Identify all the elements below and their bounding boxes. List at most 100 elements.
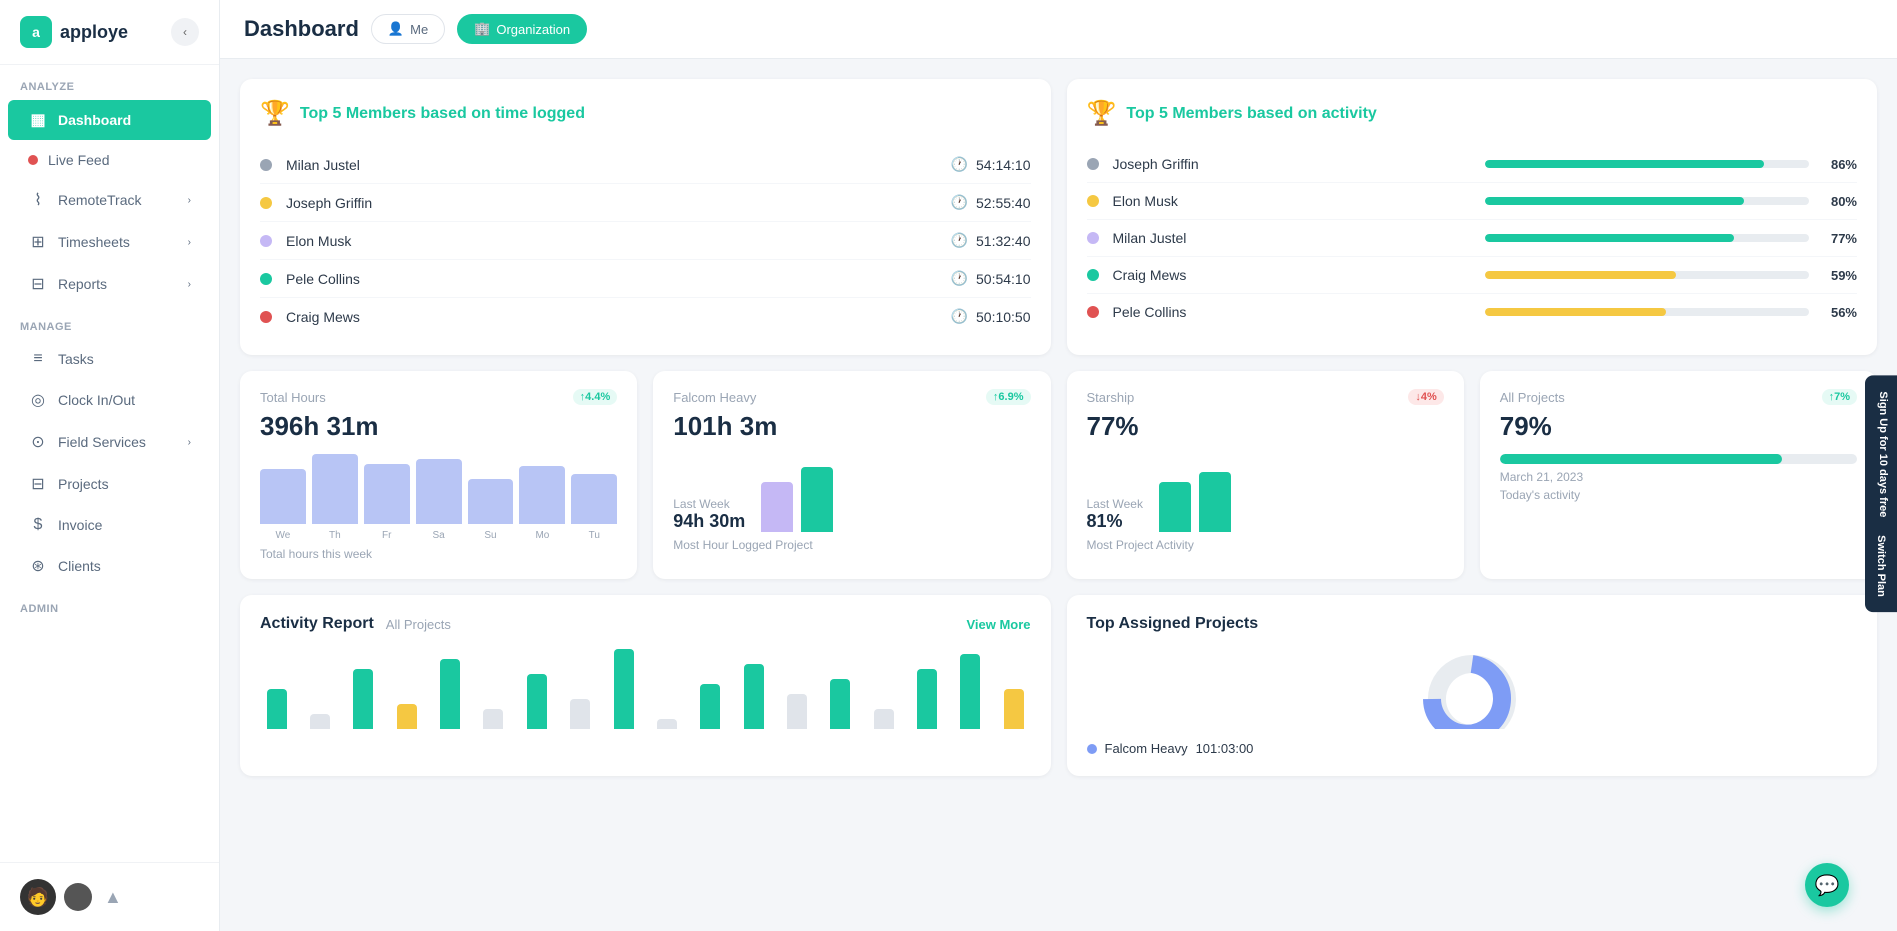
sidebar-item-label: RemoteTrack (58, 192, 142, 208)
activity-report-sub: All Projects (386, 617, 451, 632)
list-item: Joseph Griffin 🕐 52:55:40 (260, 184, 1031, 222)
activity-bar-fill (1485, 160, 1764, 168)
act-bar-group (564, 699, 597, 729)
sidebar-item-livefeed[interactable]: Live Feed (8, 142, 211, 178)
act-bar-group (390, 704, 423, 729)
all-projects-progress-bg (1500, 454, 1857, 464)
starship-header: Starship ↓4% (1087, 389, 1444, 405)
act-bar-group (954, 654, 987, 729)
bar (519, 466, 565, 524)
member-dot (1087, 232, 1099, 244)
time-value: 54:14:10 (976, 157, 1031, 173)
act-bar (744, 664, 764, 729)
falcom-value: 101h 3m (673, 411, 1030, 442)
starship-last-week: Last Week 81% (1087, 497, 1143, 532)
act-bar-group (520, 674, 553, 729)
act-bar (397, 704, 417, 729)
list-item: Craig Mews 59% (1087, 257, 1858, 294)
act-bar-group (824, 679, 857, 729)
sidebar-item-invoice[interactable]: $ Invoice (8, 506, 211, 544)
act-bar (917, 669, 937, 729)
chat-bubble[interactable]: 💬 (1805, 863, 1849, 907)
sidebar-item-label: Reports (58, 276, 107, 292)
sidebar-item-dashboard[interactable]: ▦ Dashboard (8, 100, 211, 140)
falcom-bar1 (761, 482, 793, 532)
member-dot (1087, 195, 1099, 207)
clock-icon: 🕐 (951, 156, 968, 173)
sidebar-item-fieldservices[interactable]: ⊙ Field Services › (8, 422, 211, 462)
starship-card: Starship ↓4% 77% Last Week 81% Most Proj… (1067, 371, 1464, 579)
list-item: Milan Justel 🕐 54:14:10 (260, 146, 1031, 184)
activity-bar-wrap: 86% (1485, 157, 1857, 172)
sidebar-item-reports[interactable]: ⊟ Reports › (8, 264, 211, 304)
collapse-button[interactable]: ‹ (171, 18, 199, 46)
starship-sublabel: Most Project Activity (1087, 538, 1444, 552)
top-projects-card: Top Assigned Projects Falcom Heavy 101:0… (1067, 595, 1878, 776)
time-value: 50:54:10 (976, 271, 1031, 287)
sidebar-item-projects[interactable]: ⊟ Projects (8, 464, 211, 504)
sidebar-item-timesheets[interactable]: ⊞ Timesheets › (8, 222, 211, 262)
bar-label: Tu (571, 530, 617, 541)
top5-row: 🏆 Top 5 Members based on time logged Mil… (240, 79, 1877, 355)
clock-icon: 🕐 (951, 308, 968, 325)
sidebar-item-label: Clients (58, 558, 101, 574)
clients-icon: ⊛ (28, 556, 48, 576)
activity-bars (260, 649, 1031, 729)
timesheets-icon: ⊞ (28, 232, 48, 252)
all-projects-value: 79% (1500, 411, 1857, 442)
reports-icon: ⊟ (28, 274, 48, 294)
sidebar-item-label: Live Feed (48, 152, 109, 168)
member-name: Pele Collins (286, 271, 951, 287)
tasks-icon: ≡ (28, 350, 48, 368)
bar (364, 464, 410, 524)
member-dot (260, 273, 272, 285)
sidebar-item-tasks[interactable]: ≡ Tasks (8, 340, 211, 378)
trophy-icon: 🏆 (260, 99, 290, 128)
tab-me[interactable]: 👤 Me (371, 14, 445, 44)
sidebar: a apploye ‹ Analyze ▦ Dashboard Live Fee… (0, 0, 220, 931)
activity-bar-fill (1485, 197, 1744, 205)
falcom-bars (761, 462, 833, 532)
member-dot (260, 197, 272, 209)
switch-plan-panel[interactable]: Switch Plan (1865, 519, 1897, 613)
falcom-sublabel: Most Hour Logged Project (673, 538, 1030, 552)
time-value: 52:55:40 (976, 195, 1031, 211)
act-bar-group (433, 659, 466, 729)
starship-last-week-value: 81% (1087, 511, 1143, 532)
total-hours-sublabel: Total hours this week (260, 547, 617, 561)
avatar-small (64, 883, 92, 911)
section-label-admin: Admin (0, 587, 219, 621)
legend-dot-falcom (1087, 744, 1097, 754)
top5-time-title: Top 5 Members based on time logged (300, 105, 585, 123)
total-hours-header: Total Hours ↑4.4% (260, 389, 617, 405)
activity-bar-bg (1485, 160, 1809, 168)
top5-activity-card: 🏆 Top 5 Members based on activity Joseph… (1067, 79, 1878, 355)
view-more-button[interactable]: View More (966, 617, 1030, 632)
falcom-label: Falcom Heavy (673, 390, 756, 405)
activity-bar-bg (1485, 308, 1809, 316)
act-bar (874, 709, 894, 729)
sidebar-item-label: Clock In/Out (58, 392, 135, 408)
falcom-last-week-label: Last Week (673, 497, 745, 511)
invoice-icon: $ (28, 516, 48, 534)
act-bar-group (737, 664, 770, 729)
act-bar (440, 659, 460, 729)
sidebar-item-clockinout[interactable]: ◎ Clock In/Out (8, 380, 211, 420)
sidebar-item-clients[interactable]: ⊛ Clients (8, 546, 211, 586)
chevron-icon: › (188, 195, 191, 206)
member-dot (260, 235, 272, 247)
chevron-icon: › (188, 437, 191, 448)
sidebar-item-remotetrack[interactable]: ⌇ RemoteTrack › (8, 180, 211, 220)
clock-icon: 🕐 (951, 194, 968, 211)
scroll-up-button[interactable]: ▲ (104, 887, 122, 908)
member-dot (1087, 269, 1099, 281)
member-dot (1087, 158, 1099, 170)
member-name: Milan Justel (1113, 230, 1485, 246)
tab-organization[interactable]: 🏢 Organization (457, 14, 587, 44)
activity-bar-fill (1485, 234, 1735, 242)
activity-bar-bg (1485, 234, 1809, 242)
tab-org-label: Organization (496, 22, 570, 37)
act-bar-group (997, 689, 1030, 729)
falcom-bar2 (801, 467, 833, 532)
total-hours-badge: ↑4.4% (573, 389, 618, 405)
